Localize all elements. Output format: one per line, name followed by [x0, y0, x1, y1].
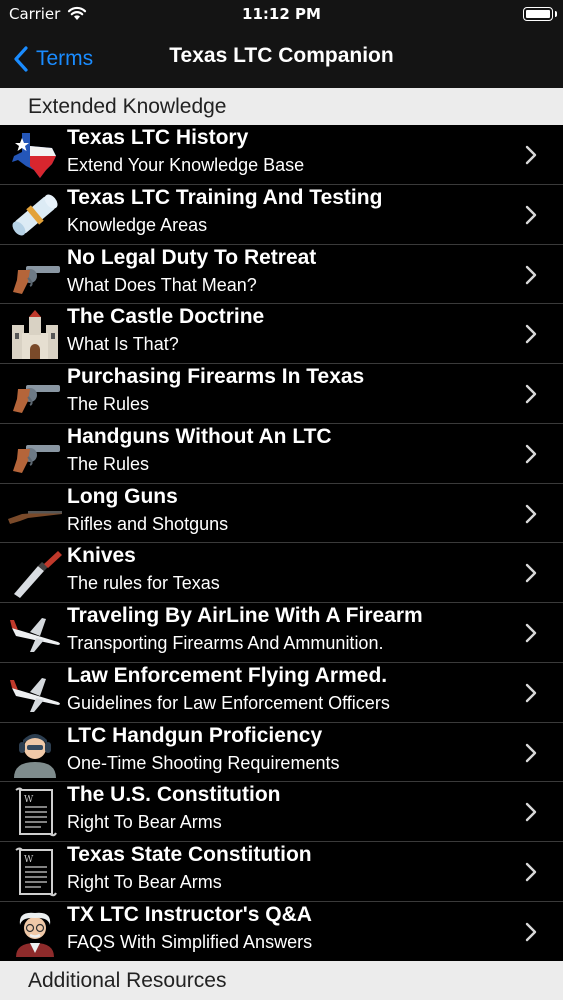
chevron-right-icon [525, 324, 537, 348]
list-item[interactable]: Knives The rules for Texas [0, 543, 563, 603]
item-title: Law Enforcement Flying Armed. [67, 663, 388, 687]
revolver-icon [8, 369, 62, 419]
section-header-additional-resources: Additional Resources [0, 961, 563, 1000]
diploma-icon [8, 190, 62, 240]
svg-text:W: W [24, 855, 34, 865]
airplane-icon [8, 608, 62, 658]
item-subtitle: The rules for Texas [67, 573, 220, 594]
chevron-right-icon [525, 504, 537, 528]
chevron-right-icon [525, 205, 537, 229]
item-subtitle: Knowledge Areas [67, 214, 208, 235]
chevron-right-icon [525, 145, 537, 169]
texas-flag-icon [8, 130, 62, 180]
castle-icon [8, 309, 62, 360]
battery-icon [523, 7, 557, 21]
item-subtitle: FAQS With Simplified Answers [67, 931, 313, 952]
chevron-right-icon [525, 563, 537, 587]
shooter-icon [8, 728, 62, 778]
navigation-bar: Terms Texas LTC Companion [0, 30, 563, 88]
revolver-icon [8, 250, 62, 300]
item-title: No Legal Duty To Retreat [67, 245, 317, 269]
status-bar: Carrier 11:12 PM [0, 0, 563, 30]
scroll-document-icon: W [8, 847, 62, 897]
item-subtitle: Right To Bear Arms [67, 812, 222, 833]
item-title: Handguns Without An LTC [67, 424, 332, 448]
rifle-icon [8, 489, 62, 539]
chevron-right-icon [525, 444, 537, 468]
scroll-document-icon: W [8, 787, 62, 837]
chevron-right-icon [525, 802, 537, 826]
item-subtitle: One-Time Shooting Requirements [67, 752, 340, 773]
item-subtitle: Right To Bear Arms [67, 872, 222, 892]
section-header-extended-knowledge: Extended Knowledge [0, 88, 563, 125]
item-subtitle: What Is That? [67, 334, 179, 355]
chevron-right-icon [525, 922, 537, 946]
chevron-right-icon [525, 384, 537, 408]
list-item[interactable]: Texas LTC History Extend Your Knowledge … [0, 125, 563, 185]
item-title: Texas LTC History [67, 126, 249, 149]
item-subtitle: The Rules [67, 453, 150, 474]
list-item[interactable]: Texas LTC Training And Testing Knowledge… [0, 185, 563, 245]
svg-text:W: W [24, 795, 34, 805]
list-item[interactable]: No Legal Duty To Retreat What Does That … [0, 245, 563, 305]
item-title: Texas State Constitution [67, 843, 312, 866]
list-item[interactable]: Purchasing Firearms In Texas The Rules [0, 364, 563, 424]
chevron-right-icon [525, 623, 537, 647]
list-item[interactable]: Long Guns Rifles and Shotguns [0, 484, 563, 544]
item-title: Traveling By AirLine With A Firearm [67, 604, 423, 627]
item-title: The Castle Doctrine [67, 305, 265, 329]
item-subtitle: Rifles and Shotguns [67, 513, 229, 534]
item-title: TX LTC Instructor's Q&A [67, 902, 312, 926]
list-item[interactable]: Handguns Without An LTC The Rules [0, 424, 563, 484]
page-title: Texas LTC Companion [169, 44, 394, 67]
chevron-right-icon [525, 743, 537, 767]
knife-icon [8, 548, 62, 599]
item-title: LTC Handgun Proficiency [67, 723, 323, 747]
chevron-right-icon [525, 862, 537, 886]
item-subtitle: The Rules [67, 394, 150, 414]
list-item[interactable]: Traveling By AirLine With A Firearm Tran… [0, 603, 563, 663]
item-title: Knives [67, 544, 136, 568]
list-item[interactable]: TX LTC Instructor's Q&A FAQS With Simpli… [0, 902, 563, 962]
list-item[interactable]: LTC Handgun Proficiency One-Time Shootin… [0, 723, 563, 783]
item-title: Texas LTC Training And Testing [67, 185, 383, 209]
item-subtitle: Guidelines for Law Enforcement Officers [67, 692, 390, 713]
airplane-icon [8, 668, 62, 718]
item-subtitle: Extend Your Knowledge Base [67, 155, 305, 175]
item-subtitle: What Does That Mean? [67, 274, 257, 295]
chevron-right-icon [525, 265, 537, 289]
revolver-icon [8, 429, 62, 479]
list-item[interactable]: The Castle Doctrine What Is That? [0, 304, 563, 364]
list-item[interactable]: W The U.S. Constitution Right To Bear Ar… [0, 782, 563, 842]
item-title: The U.S. Constitution [67, 783, 281, 807]
item-subtitle: Transporting Firearms And Ammunition. [67, 633, 384, 653]
status-time: 11:12 PM [242, 5, 321, 23]
list-item[interactable]: W Texas State Constitution Right To Bear… [0, 842, 563, 902]
list-item[interactable]: Law Enforcement Flying Armed. Guidelines… [0, 663, 563, 723]
professor-icon [8, 907, 62, 957]
chevron-right-icon [525, 683, 537, 707]
extended-knowledge-list: Texas LTC History Extend Your Knowledge … [0, 125, 563, 962]
item-title: Long Guns [67, 484, 178, 508]
item-title: Purchasing Firearms In Texas [67, 365, 365, 388]
